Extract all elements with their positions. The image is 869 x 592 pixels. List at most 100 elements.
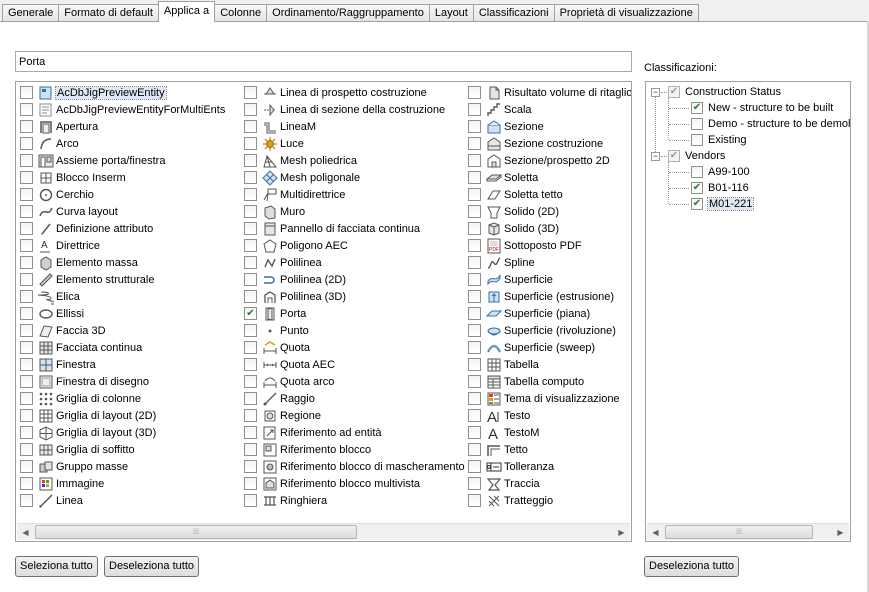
object-type-checkbox[interactable] [20, 392, 33, 405]
classification-deselect-all-button[interactable]: Deseleziona tutto [644, 556, 739, 577]
object-type-checkbox[interactable] [468, 443, 481, 456]
object-type-item[interactable]: LineaM [244, 118, 316, 135]
object-type-item[interactable]: Tratteggio [468, 492, 553, 509]
object-type-checkbox[interactable] [20, 443, 33, 456]
object-type-list[interactable]: ◀ ⁞⁞⁞ ▶ AcDbJigPreviewEntity AcDbJigPrevi… [15, 81, 632, 542]
object-type-checkbox[interactable] [468, 137, 481, 150]
object-type-checkbox[interactable] [244, 460, 257, 473]
object-type-checkbox[interactable] [468, 290, 481, 303]
object-type-item[interactable]: Tabella computo [468, 373, 584, 390]
object-type-item[interactable]: Riferimento blocco multivista [244, 475, 420, 492]
object-type-checkbox[interactable] [244, 239, 257, 252]
object-type-item[interactable]: Raggio [244, 390, 315, 407]
object-type-checkbox[interactable] [244, 273, 257, 286]
object-type-item[interactable]: Riferimento blocco [244, 441, 371, 458]
object-type-checkbox[interactable] [468, 171, 481, 184]
object-type-item[interactable]: Traccia [468, 475, 540, 492]
object-type-item[interactable]: Polilinea (3D) [244, 288, 346, 305]
object-type-checkbox[interactable] [468, 120, 481, 133]
object-type-item[interactable]: Riferimento ad entità [244, 424, 382, 441]
object-type-checkbox[interactable] [20, 341, 33, 354]
tab-colonne[interactable]: Colonne [214, 4, 268, 22]
object-type-item[interactable]: Linea di prospetto costruzione [244, 84, 427, 101]
object-type-item[interactable]: Risultato volume di ritaglio [468, 84, 631, 101]
classification-checkbox[interactable] [691, 102, 703, 114]
object-type-checkbox[interactable] [468, 273, 481, 286]
object-type-checkbox[interactable] [244, 171, 257, 184]
object-type-item[interactable]: Cerchio [20, 186, 94, 203]
object-type-item[interactable]: Polilinea (2D) [244, 271, 346, 288]
object-type-checkbox[interactable] [20, 409, 33, 422]
object-type-item[interactable]: Griglia di layout (3D) [20, 424, 156, 441]
object-type-checkbox[interactable] [20, 137, 33, 150]
object-type-item[interactable]: Quota [244, 339, 310, 356]
object-type-item[interactable]: Solido (3D) [468, 220, 559, 237]
classification-item[interactable]: A99-100 [691, 164, 750, 180]
object-type-checkbox[interactable] [20, 477, 33, 490]
object-type-checkbox[interactable] [244, 358, 257, 371]
object-type-item[interactable]: Solido (2D) [468, 203, 559, 220]
object-type-item[interactable]: Polilinea [244, 254, 322, 271]
object-type-item[interactable]: Sezione [468, 118, 544, 135]
object-type-item[interactable]: Ringhiera [244, 492, 327, 509]
object-type-checkbox[interactable] [244, 324, 257, 337]
object-type-checkbox[interactable] [244, 443, 257, 456]
object-type-item[interactable]: Finestra di disegno [20, 373, 149, 390]
object-type-checkbox[interactable] [20, 188, 33, 201]
object-type-checkbox[interactable] [468, 460, 481, 473]
object-type-item[interactable]: Pannello di facciata continua [244, 220, 420, 237]
object-type-checkbox[interactable] [468, 358, 481, 371]
object-type-checkbox[interactable] [244, 392, 257, 405]
object-type-item[interactable]: Multidirettrice [244, 186, 345, 203]
object-type-item[interactable]: Griglia di layout (2D) [20, 407, 156, 424]
object-type-checkbox[interactable] [20, 460, 33, 473]
classification-group-checkbox[interactable] [668, 86, 680, 98]
deselect-all-button[interactable]: Deseleziona tutto [104, 556, 199, 577]
object-type-checkbox[interactable] [468, 392, 481, 405]
object-type-item[interactable]: Assieme porta/finestra [20, 152, 165, 169]
tab-layout[interactable]: Layout [428, 4, 474, 22]
object-type-item[interactable]: Porta [244, 305, 306, 322]
object-type-item[interactable]: Sezione/prospetto 2D [468, 152, 610, 169]
object-type-checkbox[interactable] [20, 426, 33, 439]
object-type-item[interactable]: Luce [244, 135, 304, 152]
object-type-checkbox[interactable] [20, 273, 33, 286]
object-type-checkbox[interactable] [20, 307, 33, 320]
classification-item[interactable]: Existing [691, 132, 747, 148]
object-type-item[interactable]: AcDbJigPreviewEntityForMultiEnts [20, 101, 225, 118]
object-type-checkbox[interactable] [20, 205, 33, 218]
classification-checkbox[interactable] [691, 118, 703, 130]
object-type-checkbox[interactable] [468, 154, 481, 167]
classification-item[interactable]: Demo - structure to be demolis [691, 116, 850, 132]
object-type-item[interactable]: AcDbJigPreviewEntity [20, 84, 167, 101]
select-all-button[interactable]: Seleziona tutto [15, 556, 98, 577]
classification-item[interactable]: B01-116 [691, 180, 749, 196]
object-type-checkbox[interactable] [244, 137, 257, 150]
object-type-item[interactable]: Elemento strutturale [20, 271, 154, 288]
object-type-checkbox[interactable] [20, 375, 33, 388]
object-type-item[interactable]: Superficie (rivoluzione) [468, 322, 616, 339]
object-type-item[interactable]: Elica [20, 288, 80, 305]
object-type-item[interactable]: Muro [244, 203, 305, 220]
object-type-item[interactable]: Superficie (sweep) [468, 339, 595, 356]
object-type-checkbox[interactable] [468, 86, 481, 99]
tab-generale[interactable]: Generale [2, 4, 60, 22]
classification-item[interactable]: New - structure to be built [691, 100, 833, 116]
tab-applica-a[interactable]: Applica a [157, 1, 216, 22]
object-type-checkbox[interactable] [20, 171, 33, 184]
scroll-right-button[interactable]: ▶ [832, 524, 849, 541]
object-type-checkbox[interactable] [244, 341, 257, 354]
object-type-checkbox[interactable] [468, 494, 481, 507]
object-type-checkbox[interactable] [468, 239, 481, 252]
object-type-item[interactable]: Facciata continua [20, 339, 142, 356]
object-type-item[interactable]: A Testo [468, 407, 530, 424]
object-type-item[interactable]: Superficie [468, 271, 553, 288]
object-type-checkbox[interactable] [20, 103, 33, 116]
object-type-item[interactable]: PDF Sottoposto PDF [468, 237, 582, 254]
object-type-checkbox[interactable] [244, 86, 257, 99]
scroll-thumb[interactable]: ⁞⁞⁞ [665, 525, 813, 539]
object-type-item[interactable]: Soletta tetto [468, 186, 563, 203]
object-type-checkbox[interactable] [244, 409, 257, 422]
object-type-checkbox[interactable] [20, 120, 33, 133]
object-type-item[interactable]: Soletta [468, 169, 538, 186]
